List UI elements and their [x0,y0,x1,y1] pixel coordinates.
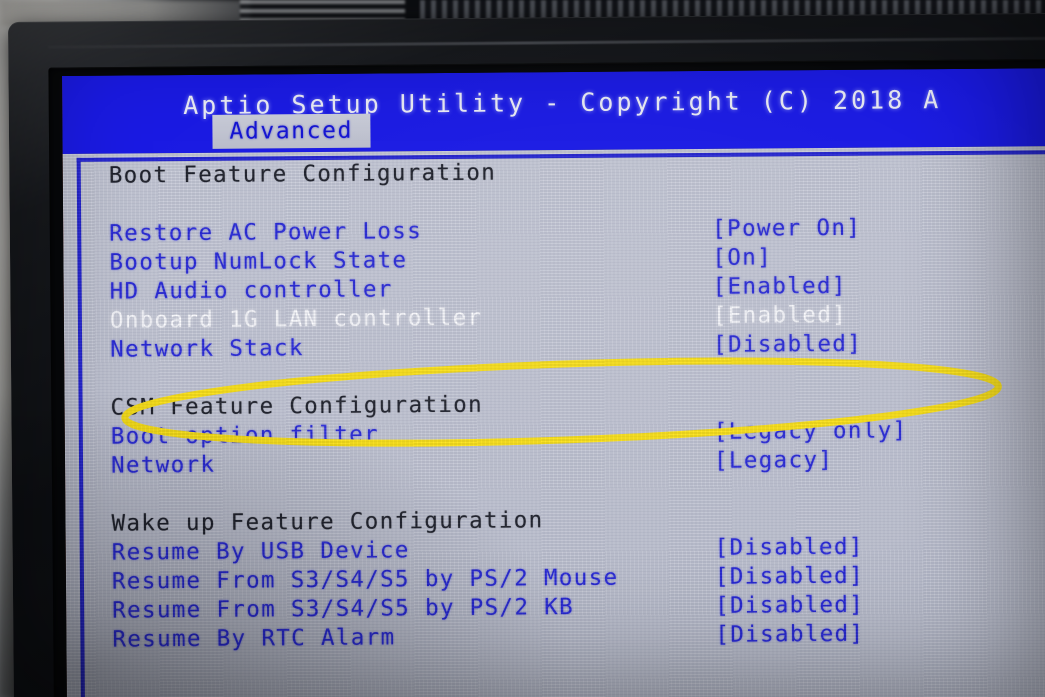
setting-label: Resume From S3/S4/S5 by PS/2 Mouse [111,564,619,595]
setting-value[interactable]: [Enabled] [713,301,847,331]
section-heading-label: Boot Feature Configuration [108,159,497,189]
setting-label: Resume By USB Device [111,537,410,566]
setting-value[interactable]: [Legacy] [714,446,833,476]
bios-settings-list: Boot Feature Configuration Restore AC Pow… [109,154,1045,654]
tab-advanced[interactable]: Advanced [212,113,371,149]
setting-value[interactable]: [Disabled] [715,562,864,592]
section-heading-label: Wake up Feature Configuration [111,507,544,537]
setting-value[interactable]: [Disabled] [713,330,862,360]
page-title: Aptio Setup Utility - Copyright (C) 2018… [183,85,942,121]
setting-label: Onboard 1G LAN controller [109,304,483,334]
photograph-of-monitor: Aptio Setup Utility - Copyright (C) 2018… [0,0,1045,697]
bezel-highlight [48,36,1045,49]
setting-value[interactable]: [Disabled] [715,591,864,621]
setting-label: Boot option filter [110,421,380,450]
setting-label: Resume By RTC Alarm [112,624,396,653]
setting-value[interactable]: [Legacy only] [714,416,908,447]
setting-label: Resume From S3/S4/S5 by PS/2 KB [112,593,575,624]
setting-value[interactable]: [Enabled] [713,272,847,302]
setting-value[interactable]: [Disabled] [715,533,864,563]
setting-value[interactable]: [On] [712,243,772,272]
setting-label: Bootup NumLock State [109,247,408,276]
section-heading-label: CSM Feature Configuration [110,391,484,421]
setting-label: Network Stack [110,335,304,363]
setting-value[interactable]: [Disabled] [715,620,864,650]
bios-header-bar: Aptio Setup Utility - Copyright (C) 2018… [62,68,1045,154]
setting-label: HD Audio controller [109,276,393,305]
setting-value[interactable]: [Power On] [712,214,861,244]
setting-label: Network [110,451,216,479]
bios-screen: Aptio Setup Utility - Copyright (C) 2018… [62,68,1045,697]
setting-label: Restore AC Power Loss [109,218,423,247]
